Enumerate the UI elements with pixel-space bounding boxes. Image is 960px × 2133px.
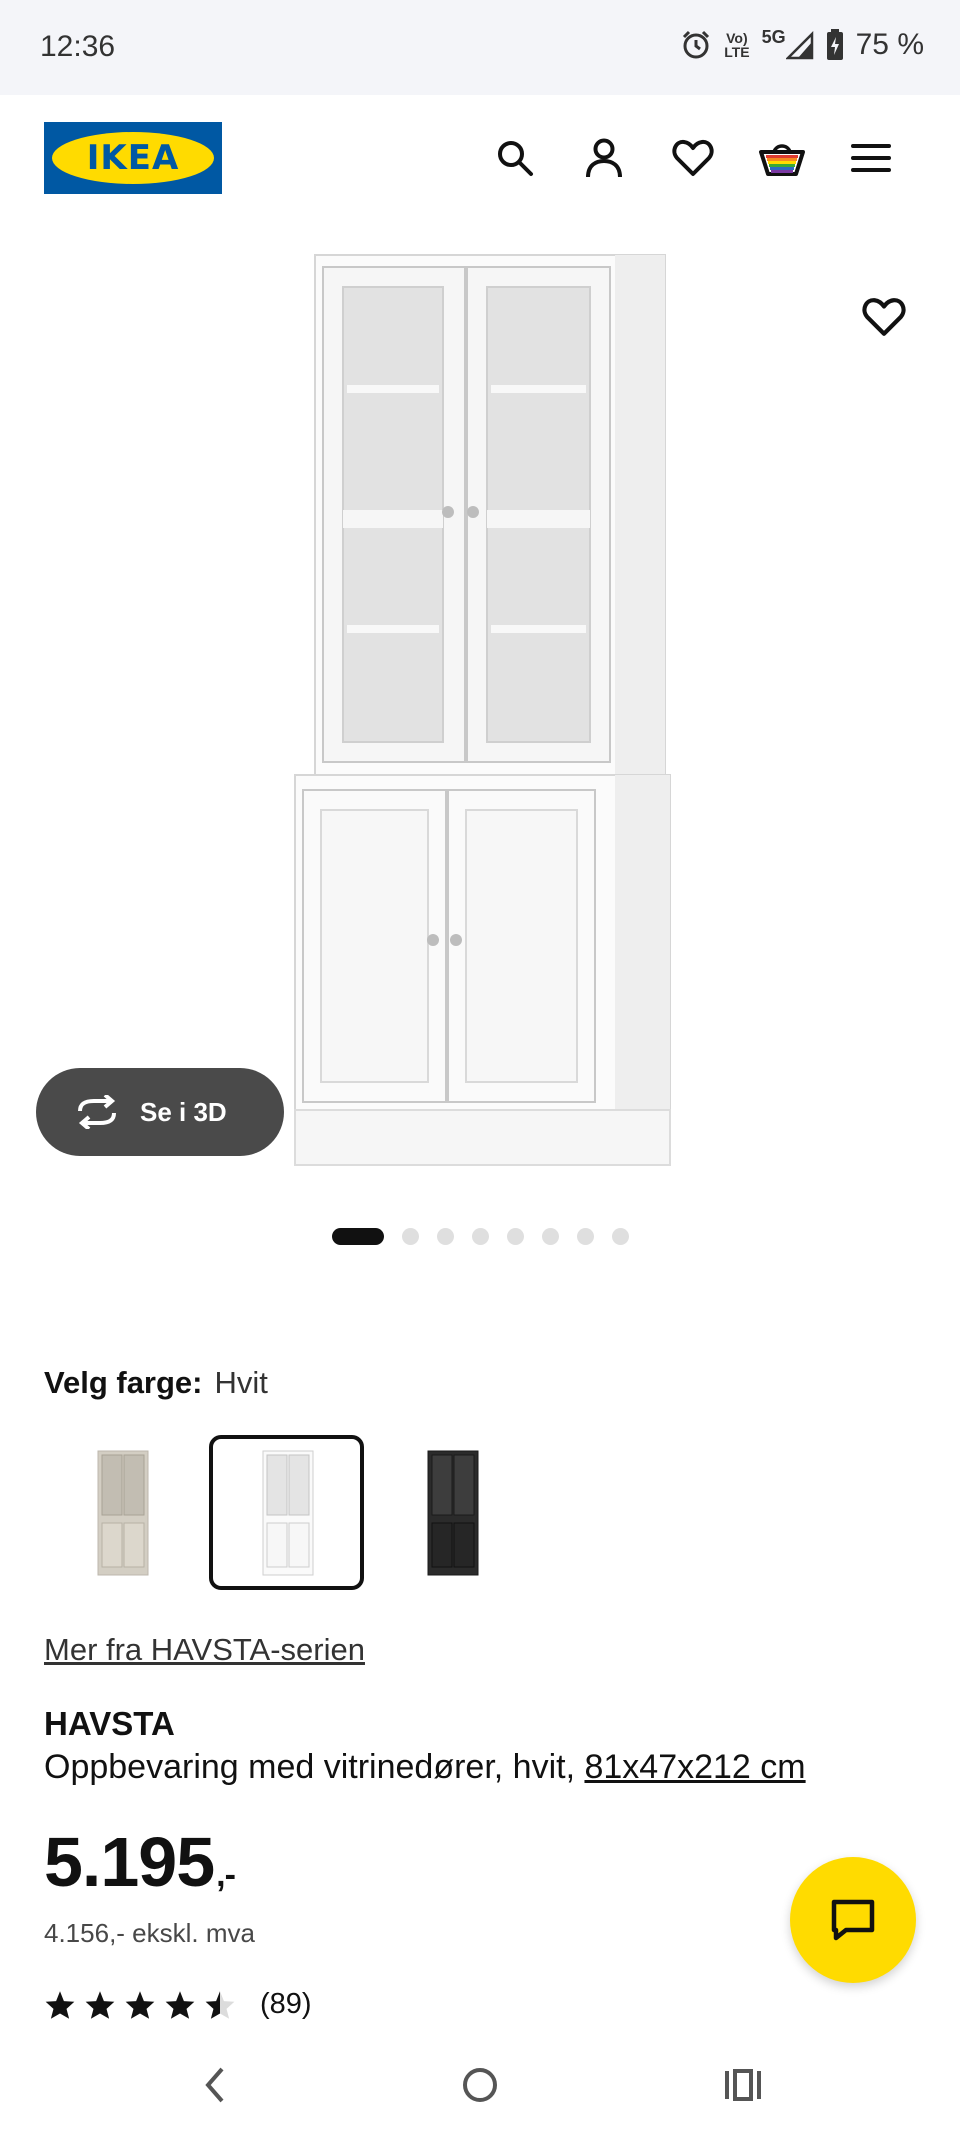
back-icon[interactable] bbox=[190, 2060, 240, 2110]
product-gallery[interactable]: Se i 3D bbox=[0, 225, 960, 1245]
gallery-dot[interactable] bbox=[471, 1228, 489, 1245]
chat-icon bbox=[831, 1899, 875, 1941]
selected-color: Hvit bbox=[214, 1365, 268, 1400]
ikea-logo[interactable]: IKEA bbox=[44, 122, 222, 194]
product-name: HAVSTA bbox=[44, 1705, 175, 1742]
half-star-icon bbox=[205, 1990, 235, 2019]
product-description: Oppbevaring med vitrinedører, hvit, 81x4… bbox=[44, 1748, 806, 1786]
color-picker-label: Velg farge: Hvit bbox=[44, 1365, 268, 1400]
gallery-dot[interactable] bbox=[506, 1228, 524, 1245]
volte-indicator: Vo) LTE bbox=[724, 30, 750, 60]
price-excl-vat: 4.156,- ekskl. mva bbox=[44, 1918, 255, 1948]
menu-icon[interactable] bbox=[846, 133, 896, 183]
swatch-beige[interactable] bbox=[44, 1435, 199, 1590]
view-in-3d-label: Se i 3D bbox=[140, 1096, 227, 1127]
system-nav-bar bbox=[0, 2040, 960, 2133]
gallery-dot[interactable] bbox=[401, 1228, 419, 1245]
dimensions-link[interactable]: 81x47x212 cm bbox=[584, 1748, 805, 1786]
network-type: 5G bbox=[761, 27, 786, 47]
gallery-dot[interactable] bbox=[611, 1228, 629, 1245]
product-rating[interactable]: (89) bbox=[44, 1988, 312, 2021]
product-price: 5.195,- bbox=[44, 1823, 236, 1901]
rotate-3d-icon bbox=[78, 1095, 116, 1129]
recents-icon[interactable] bbox=[718, 2060, 768, 2110]
star-icon bbox=[165, 1990, 195, 2019]
gallery-dot[interactable] bbox=[576, 1228, 594, 1245]
search-icon[interactable] bbox=[490, 133, 540, 183]
add-to-favourites-icon[interactable] bbox=[862, 297, 910, 345]
account-icon[interactable] bbox=[579, 133, 629, 183]
status-time: 12:36 bbox=[40, 30, 116, 63]
swatch-black[interactable] bbox=[374, 1435, 529, 1590]
cart-icon[interactable] bbox=[757, 133, 807, 183]
gallery-pagination[interactable] bbox=[0, 1228, 960, 1245]
battery-percent: 75 % bbox=[855, 28, 924, 61]
product-image[interactable] bbox=[285, 250, 685, 1175]
home-icon[interactable] bbox=[455, 2060, 505, 2110]
status-bar: 12:36 Vo) LTE 5G 75 % bbox=[0, 0, 960, 95]
swatch-white[interactable] bbox=[209, 1435, 364, 1590]
gallery-dot[interactable] bbox=[541, 1228, 559, 1245]
view-in-3d-button[interactable]: Se i 3D bbox=[36, 1068, 284, 1156]
star-icon bbox=[85, 1990, 115, 2019]
favourites-icon[interactable] bbox=[668, 133, 718, 183]
star-icon bbox=[45, 1990, 75, 2019]
series-link[interactable]: Mer fra HAVSTA-serien bbox=[44, 1632, 365, 1668]
battery-icon bbox=[826, 29, 843, 60]
site-header: IKEA bbox=[0, 95, 960, 225]
gallery-dot[interactable] bbox=[331, 1228, 384, 1245]
signal-indicator: 5G bbox=[761, 27, 814, 60]
star-icon bbox=[125, 1990, 155, 2019]
signal-icon bbox=[785, 30, 813, 60]
chat-button[interactable] bbox=[790, 1857, 916, 1983]
rating-count: (89) bbox=[260, 1988, 312, 2020]
gallery-dot[interactable] bbox=[436, 1228, 454, 1245]
status-icons: Vo) LTE 5G 75 % bbox=[680, 28, 924, 62]
color-swatches bbox=[44, 1435, 539, 1590]
alarm-icon bbox=[683, 30, 710, 59]
